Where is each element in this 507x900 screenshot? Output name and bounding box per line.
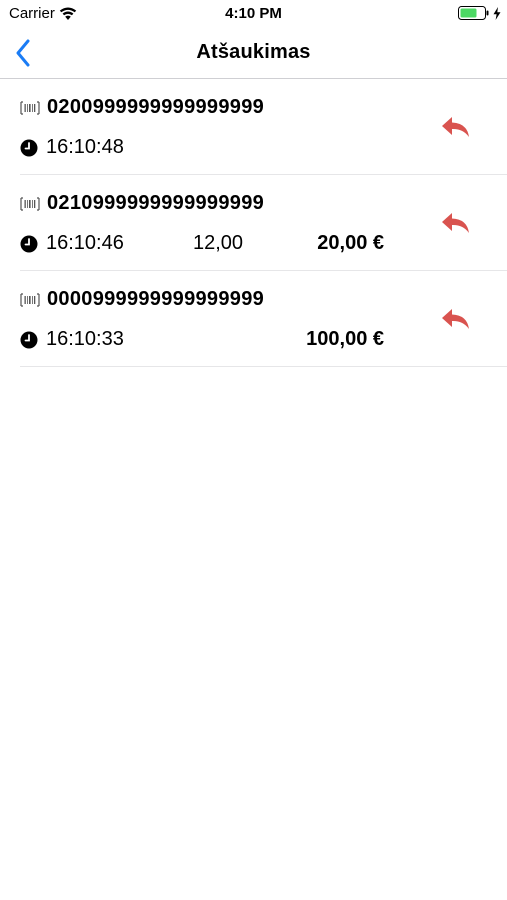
clock-icon [20, 139, 38, 156]
undo-reply-icon [442, 309, 469, 329]
navigation-bar: Atšaukimas [0, 28, 507, 79]
battery-icon [458, 6, 489, 20]
charging-bolt-icon [493, 6, 501, 20]
amount-text: 20,00 € [317, 232, 384, 254]
undo-reply-icon [442, 213, 469, 233]
time-text: 16:10:33 [46, 328, 124, 350]
barcode-icon [20, 100, 40, 115]
transaction-list: 0200999999999999999 16:10:48 02109999999… [0, 79, 507, 367]
time-text: 16:10:46 [46, 232, 124, 254]
transaction-row[interactable]: 0000999999999999999 16:10:33 100,00 € [20, 271, 507, 367]
transaction-code: 0210999999999999999 [20, 192, 264, 215]
transaction-row[interactable]: 0200999999999999999 16:10:48 [20, 79, 507, 175]
undo-button[interactable] [438, 205, 474, 241]
transaction-time: 16:10:48 [20, 136, 124, 159]
amount-text: 100,00 € [306, 328, 384, 350]
undo-button[interactable] [438, 301, 474, 337]
page-title: Atšaukimas [196, 41, 311, 63]
clock-icon [20, 331, 38, 348]
battery-indicator [458, 6, 501, 20]
quantity-text: 12,00 [193, 232, 244, 254]
barcode-icon [20, 292, 40, 307]
status-bar: Carrier 4:10 PM [0, 0, 507, 28]
barcode-icon [20, 196, 40, 211]
code-text: 0210999999999999999 [47, 192, 265, 214]
code-text: 0000999999999999999 [47, 288, 265, 310]
clock-icon [20, 235, 38, 252]
transaction-code: 0200999999999999999 [20, 96, 264, 119]
transaction-time: 16:10:33 [20, 328, 124, 351]
undo-reply-icon [442, 117, 469, 137]
transaction-time: 16:10:46 [20, 232, 124, 255]
status-time: 4:10 PM [225, 5, 282, 22]
transaction-row[interactable]: 0210999999999999999 16:10:46 12,00 20,00… [20, 175, 507, 271]
undo-button[interactable] [438, 109, 474, 145]
transaction-code: 0000999999999999999 [20, 288, 264, 311]
code-text: 0200999999999999999 [47, 96, 265, 118]
time-text: 16:10:48 [46, 136, 124, 158]
